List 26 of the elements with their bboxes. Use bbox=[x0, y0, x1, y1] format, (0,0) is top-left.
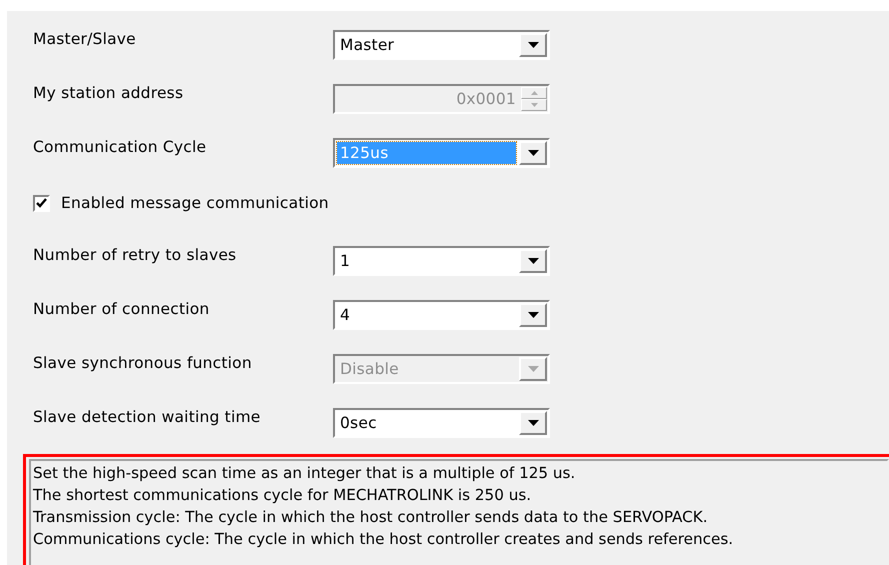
description-line: Set the high-speed scan time as an integer that is a multiple of 125 us. bbox=[33, 463, 576, 484]
dropdown-arrow-icon bbox=[528, 258, 538, 264]
checkbox[interactable] bbox=[33, 194, 50, 212]
description-line: The shortest communications cycle for MECHATROLINK is 250 us. bbox=[33, 485, 532, 506]
description-line: Transmission cycle: The cycle in which the host controller sends data to the SERVOPACK. bbox=[33, 507, 709, 528]
field-label: Communication Cycle bbox=[33, 137, 208, 156]
dropdown-arrow-icon bbox=[528, 42, 538, 48]
field-label: My station address bbox=[33, 83, 184, 102]
dropdown-arrow-icon bbox=[528, 366, 538, 372]
dropdown-arrow-icon bbox=[528, 150, 538, 156]
spin-up-icon bbox=[530, 91, 538, 95]
checkbox-label: Enabled message communication bbox=[61, 194, 329, 212]
field-label: Slave detection waiting time bbox=[33, 407, 262, 426]
field-label: Master/Slave bbox=[33, 29, 137, 48]
field-label: Slave synchronous function bbox=[33, 353, 253, 372]
field-label: Number of retry to slaves bbox=[33, 245, 238, 264]
spin-down-icon bbox=[530, 103, 538, 107]
dropdown[interactable]: 4 bbox=[333, 300, 550, 330]
dropdown-arrow-icon bbox=[528, 420, 538, 426]
dropdown-arrow-icon bbox=[528, 312, 538, 318]
dropdown[interactable]: 0sec bbox=[333, 408, 550, 438]
description-line: Communications cycle: The cycle in which the host controller creates and sends references. bbox=[33, 529, 734, 550]
field-label: Number of connection bbox=[33, 299, 210, 318]
dropdown[interactable]: 1 bbox=[333, 246, 550, 276]
checkmark-icon bbox=[36, 198, 47, 208]
dropdown[interactable]: Master bbox=[333, 30, 550, 60]
